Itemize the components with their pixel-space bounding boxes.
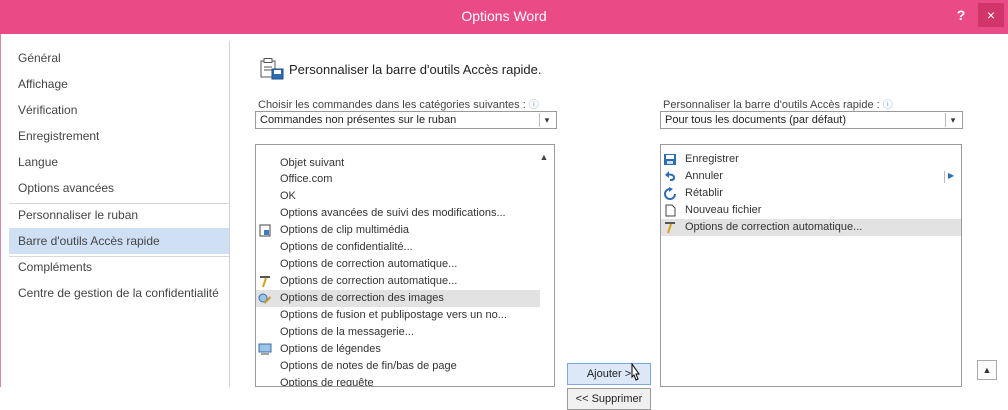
list-item[interactable]: Options de correction automatique... xyxy=(661,219,961,236)
toolbar-scope-select[interactable]: Pour tous les documents (par défaut) ▾ xyxy=(660,111,963,129)
redo-icon xyxy=(664,187,676,200)
list-item[interactable]: Options de correction des images xyxy=(256,290,540,307)
close-button[interactable]: × xyxy=(978,3,1004,27)
nav-item-proofing[interactable]: Vérification xyxy=(9,97,229,123)
help-button[interactable]: ? xyxy=(952,7,970,25)
commands-category-value: Commandes non présentes sur le ruban xyxy=(260,114,457,126)
list-item[interactable]: Options de correction automatique... xyxy=(256,256,540,273)
page-title: Personnaliser la barre d'outils Accès ra… xyxy=(289,62,542,77)
list-item[interactable]: Enregistrer xyxy=(661,151,961,168)
image-correction-icon xyxy=(258,293,271,304)
nav-item-customize-ribbon[interactable]: Personnaliser le ruban xyxy=(9,202,229,228)
info-icon: ⓘ xyxy=(882,100,893,111)
separator-arrow-icon: ▶ xyxy=(944,171,956,183)
nav-item-trust-center[interactable]: Centre de gestion de la confidentialité xyxy=(9,280,229,306)
undo-icon xyxy=(665,171,675,181)
title-bar: Options Word ? × xyxy=(0,0,1008,34)
list-item[interactable]: Options avancées de suivi des modificati… xyxy=(256,205,540,222)
toolbar-scope-value: Pour tous les documents (par défaut) xyxy=(665,114,846,126)
save-icon xyxy=(664,154,676,165)
list-item[interactable]: Options de correction automatique... xyxy=(256,273,540,290)
nav-item-advanced[interactable]: Options avancées xyxy=(9,175,229,201)
nav-item-general[interactable]: Général xyxy=(9,45,229,71)
commands-category-label-text: Choisir les commandes dans les catégorie… xyxy=(258,99,526,111)
scroll-up-arrow-icon[interactable]: ▲ xyxy=(538,152,550,164)
commands-list[interactable]: Objet suivant Office.com OK Options avan… xyxy=(255,144,555,387)
mouse-pointer-icon xyxy=(631,363,640,381)
list-item[interactable]: Nouveau fichier xyxy=(661,202,961,219)
clip-media-icon xyxy=(259,224,271,237)
list-item[interactable]: OK xyxy=(256,188,540,205)
commands-category-select[interactable]: Commandes non présentes sur le ruban ▾ xyxy=(255,111,557,129)
nav-item-quick-access-toolbar[interactable]: Barre d'outils Accès rapide xyxy=(9,228,229,254)
list-item[interactable]: Options de légendes xyxy=(256,341,540,358)
info-icon: ⓘ xyxy=(528,100,539,111)
window-title: Options Word xyxy=(461,8,547,24)
list-item[interactable]: Options de la messagerie... xyxy=(256,324,540,341)
captions-icon xyxy=(258,343,272,355)
options-nav: Général Affichage Vérification Enregistr… xyxy=(9,41,230,387)
commands-category-label: Choisir les commandes dans les catégorie… xyxy=(258,96,539,111)
nav-item-save[interactable]: Enregistrement xyxy=(9,123,229,149)
list-item[interactable]: Annuler xyxy=(661,168,961,185)
toolbar-items-list[interactable]: Enregistrer Annuler Rétablir Nouveau fic… xyxy=(660,144,962,387)
autocorrect-icon xyxy=(260,276,270,288)
nav-item-display[interactable]: Affichage xyxy=(9,71,229,97)
toolbar-scope-label: Personnaliser la barre d'outils Accès ra… xyxy=(663,96,893,111)
nav-item-addins[interactable]: Compléments xyxy=(9,254,229,280)
nav-item-language[interactable]: Langue xyxy=(9,149,229,175)
list-item[interactable]: Office.com xyxy=(256,171,540,188)
list-item[interactable]: Options de clip multimédia xyxy=(256,222,540,239)
autocorrect-icon xyxy=(665,222,675,234)
quick-access-toolbar-icon xyxy=(260,58,284,80)
chevron-down-icon[interactable]: ▾ xyxy=(945,113,960,127)
list-item[interactable]: Objet suivant xyxy=(256,155,540,172)
list-item[interactable]: Options de requête xyxy=(256,375,540,386)
list-item[interactable]: Rétablir xyxy=(661,185,961,202)
list-item[interactable]: Options de confidentialité... xyxy=(256,239,540,256)
new-file-icon xyxy=(665,204,676,217)
list-item[interactable]: Options de notes de fin/bas de page xyxy=(256,358,540,375)
list-item[interactable]: Options de fusion et publipostage vers u… xyxy=(256,307,540,324)
toolbar-scope-label-text: Personnaliser la barre d'outils Accès ra… xyxy=(663,99,880,111)
chevron-down-icon[interactable]: ▾ xyxy=(539,113,554,127)
remove-button[interactable]: << Supprimer xyxy=(567,388,651,410)
move-up-button[interactable]: ▲ xyxy=(977,360,997,380)
